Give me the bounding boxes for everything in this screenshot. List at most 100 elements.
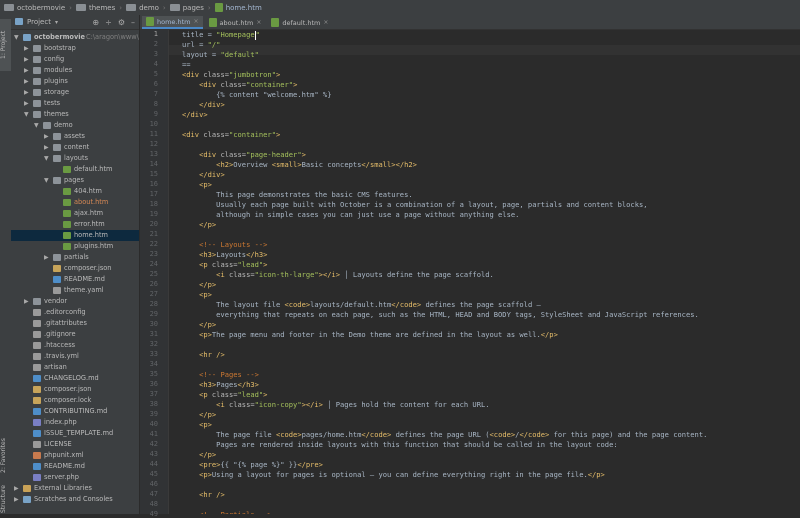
tree-item[interactable]: ISSUE_TEMPLATE.md xyxy=(11,428,139,439)
tree-item[interactable]: ▶ plugins xyxy=(11,76,139,87)
gear-icon[interactable]: ⚙ xyxy=(118,18,125,27)
project-tree: ▼octobermovieC:\aragon\www\oc▶bootstrap▶… xyxy=(11,32,139,505)
breadcrumb-item[interactable]: octobermovie › xyxy=(4,4,72,12)
chevron-right-icon[interactable]: ▶ xyxy=(24,43,29,54)
tree-item[interactable]: ajax.htm xyxy=(11,208,139,219)
tree-item[interactable]: artisan xyxy=(11,362,139,373)
tree-item[interactable]: composer.lock xyxy=(11,395,139,406)
tree-item[interactable]: default.htm xyxy=(11,164,139,175)
tree-item[interactable]: .travis.yml xyxy=(11,351,139,362)
project-view-selector[interactable]: Project xyxy=(27,18,51,26)
tree-item[interactable]: error.htm xyxy=(11,219,139,230)
tree-item[interactable]: ▶ tests xyxy=(11,98,139,109)
project-tool-tab[interactable]: 1: Project xyxy=(0,19,11,71)
favorites-tool-tab[interactable]: 2: Favorites xyxy=(0,433,11,479)
line-number: 34 xyxy=(149,360,158,368)
editor-tab[interactable]: about.htm × xyxy=(205,16,266,29)
code-token: ></i> xyxy=(301,400,323,409)
structure-tool-tab[interactable]: Structure xyxy=(0,485,11,513)
tree-item[interactable]: ▶ assets xyxy=(11,131,139,142)
tree-item[interactable]: 404.htm xyxy=(11,186,139,197)
tree-item[interactable]: phpunit.xml xyxy=(11,450,139,461)
chevron-down-icon[interactable]: ▼ xyxy=(44,175,49,186)
tree-item[interactable]: index.php xyxy=(11,417,139,428)
tree-item[interactable]: CHANGELOG.md xyxy=(11,373,139,384)
chevron-right-icon[interactable]: ▶ xyxy=(24,98,29,109)
tree-item[interactable]: .gitattributes xyxy=(11,318,139,329)
tree-item[interactable]: .gitignore xyxy=(11,329,139,340)
tree-item[interactable]: CONTRIBUTING.md xyxy=(11,406,139,417)
tree-item[interactable]: ▶ config xyxy=(11,54,139,65)
close-icon[interactable]: × xyxy=(194,18,199,25)
chevron-down-icon[interactable]: ▼ xyxy=(44,153,49,164)
tree-item[interactable]: ▶ vendor xyxy=(11,296,139,307)
tree-item[interactable]: composer.json xyxy=(11,384,139,395)
chevron-right-icon[interactable]: ▶ xyxy=(24,65,29,76)
editor-tab[interactable]: default.htm × xyxy=(267,16,332,29)
tree-item[interactable]: README.md xyxy=(11,461,139,472)
tree-item[interactable]: .htaccess xyxy=(11,340,139,351)
locate-icon[interactable]: ⊕ xyxy=(92,18,99,27)
chevron-right-icon[interactable]: ▶ xyxy=(24,87,29,98)
close-icon[interactable]: × xyxy=(323,19,328,26)
chevron-right-icon[interactable]: ▶ xyxy=(44,252,49,263)
tree-item-label: README.md xyxy=(44,462,85,470)
tree-item[interactable]: ▶ External Libraries xyxy=(11,483,139,494)
tree-item[interactable]: ▶ partials xyxy=(11,252,139,263)
chevron-right-icon[interactable]: ▶ xyxy=(24,296,29,307)
htm-file-icon xyxy=(271,18,280,27)
code-token: <h2> xyxy=(216,160,234,169)
line-number: 16 xyxy=(149,180,158,188)
tree-item[interactable]: ▶ Scratches and Consoles xyxy=(11,494,139,505)
collapse-icon[interactable]: ÷ xyxy=(105,18,112,27)
tree-item[interactable]: ▶ modules xyxy=(11,65,139,76)
breadcrumb-item[interactable]: demo › xyxy=(126,4,166,12)
code-token: </p> xyxy=(587,470,605,479)
tree-item[interactable]: ▼ layouts xyxy=(11,153,139,164)
tree-item[interactable]: about.htm xyxy=(11,197,139,208)
tree-item[interactable]: ▶ content xyxy=(11,142,139,153)
chevron-down-icon[interactable]: ▾ xyxy=(55,19,58,26)
breadcrumb-item[interactable]: themes › xyxy=(75,4,122,12)
close-icon[interactable]: × xyxy=(256,19,261,26)
code-content[interactable]: title = "Homepage" url = "/" layout = "def… xyxy=(169,30,800,514)
tree-item[interactable]: plugins.htm xyxy=(11,241,139,252)
tree-item-label: assets xyxy=(64,132,85,140)
tree-item[interactable]: theme.yaml xyxy=(11,285,139,296)
chevron-right-icon[interactable]: ▶ xyxy=(24,76,29,87)
tree-item[interactable]: ▼ octobermovieC:\aragon\www\oc xyxy=(11,32,139,43)
tree-item[interactable]: LICENSE xyxy=(11,439,139,450)
hide-icon[interactable]: – xyxy=(131,18,135,27)
breadcrumb-label: pages xyxy=(182,3,204,12)
tree-item[interactable]: .editorconfig xyxy=(11,307,139,318)
chevron-down-icon[interactable]: ▼ xyxy=(24,109,29,120)
code-token: <div xyxy=(199,150,221,159)
tree-item[interactable]: home.htm xyxy=(11,230,139,241)
chevron-right-icon[interactable]: ▶ xyxy=(44,131,49,142)
tree-item-label: index.php xyxy=(44,418,77,426)
code-line: <p> xyxy=(182,420,212,430)
tree-item[interactable]: ▼ themes xyxy=(11,109,139,120)
folder-icon xyxy=(53,155,61,162)
tree-item[interactable]: ▶ bootstrap xyxy=(11,43,139,54)
chevron-right-icon[interactable]: ▶ xyxy=(14,494,19,505)
tree-item-label: home.htm xyxy=(74,231,108,239)
breadcrumb-item[interactable]: pages › xyxy=(169,3,211,12)
tree-item[interactable]: server.php xyxy=(11,472,139,483)
tree-item[interactable]: composer.json xyxy=(11,263,139,274)
chevron-right-icon[interactable]: ▶ xyxy=(14,483,19,494)
editor-tab[interactable]: home.htm × xyxy=(142,16,203,29)
tree-item[interactable]: ▼ pages xyxy=(11,175,139,186)
code-token: <code> xyxy=(489,430,516,439)
chevron-down-icon[interactable]: ▼ xyxy=(14,32,19,43)
chevron-down-icon[interactable]: ▼ xyxy=(34,120,39,131)
breadcrumb-item[interactable]: home.htm xyxy=(214,3,262,12)
tree-item[interactable]: ▼ demo xyxy=(11,120,139,131)
tree-item[interactable]: ▶ storage xyxy=(11,87,139,98)
editor-tab-label: default.htm xyxy=(282,18,321,27)
line-number: 36 xyxy=(149,380,158,388)
chevron-right-icon[interactable]: ▶ xyxy=(24,54,29,65)
tree-item[interactable]: README.md xyxy=(11,274,139,285)
chevron-right-icon[interactable]: ▶ xyxy=(44,142,49,153)
